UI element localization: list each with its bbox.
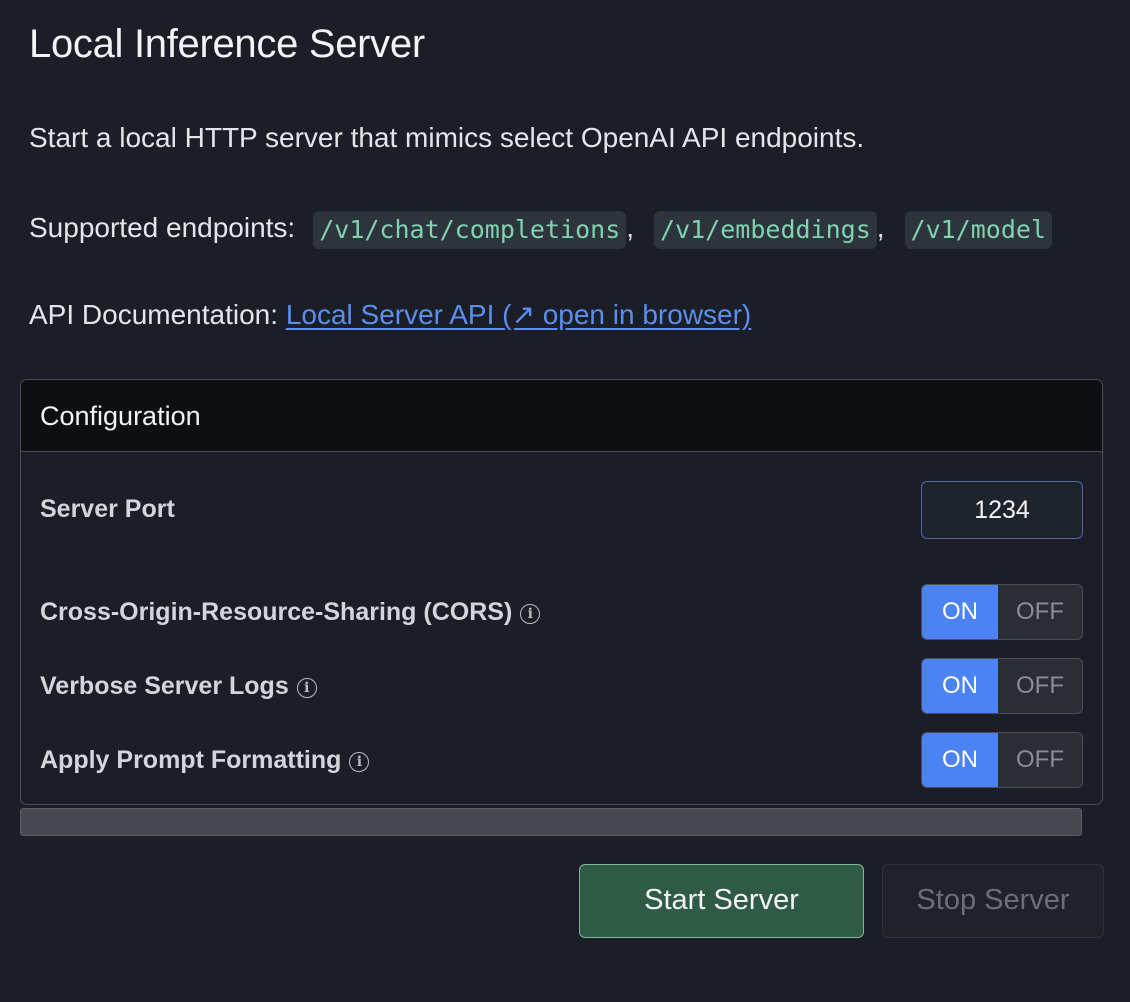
info-icon[interactable]: i bbox=[349, 752, 370, 772]
page-description: Start a local HTTP server that mimics se… bbox=[29, 122, 865, 153]
server-port-row: Server Port 1234 bbox=[40, 481, 1083, 539]
docs-link[interactable]: Local Server API (↗ open in browser) bbox=[286, 299, 751, 330]
server-panel: Local Inference Server Start a local HTT… bbox=[0, 0, 1130, 1002]
supported-endpoints: Supported endpoints: /v1/chat/completions… bbox=[29, 207, 1105, 249]
verbose-label-wrap: Verbose Server Logs i bbox=[40, 658, 317, 714]
cors-toggle[interactable]: ON OFF bbox=[921, 584, 1083, 640]
server-port-label: Server Port bbox=[40, 495, 175, 523]
stop-server-button[interactable]: Stop Server bbox=[882, 864, 1104, 938]
verbose-logs-row: Verbose Server Logs i ON OFF bbox=[40, 658, 1083, 714]
endpoints-label: Supported endpoints: bbox=[29, 212, 296, 243]
prompt-formatting-row: Apply Prompt Formatting i ON OFF bbox=[40, 732, 1083, 788]
server-port-input[interactable]: 1234 bbox=[921, 481, 1083, 539]
info-icon[interactable]: i bbox=[296, 678, 317, 698]
configuration-panel: Configuration Server Port 1234 Cross-Ori… bbox=[20, 379, 1103, 805]
api-docs-line: API Documentation: Local Server API (↗ o… bbox=[29, 296, 751, 334]
endpoint-separator: , bbox=[876, 212, 885, 243]
endpoint-embeddings: /v1/embeddings bbox=[654, 210, 877, 249]
prompt-toggle-on[interactable]: ON bbox=[922, 733, 998, 787]
docs-label: API Documentation: bbox=[29, 299, 279, 330]
start-server-button[interactable]: Start Server bbox=[579, 864, 864, 938]
cors-toggle-on[interactable]: ON bbox=[922, 585, 998, 639]
prompt-formatting-label: Apply Prompt Formatting bbox=[40, 746, 342, 774]
status-bar bbox=[20, 808, 1082, 836]
prompt-toggle-off[interactable]: OFF bbox=[998, 733, 1082, 787]
cors-row: Cross-Origin-Resource-Sharing (CORS) i ON… bbox=[40, 584, 1083, 640]
cors-label: Cross-Origin-Resource-Sharing (CORS) bbox=[40, 598, 513, 626]
cors-toggle-off[interactable]: OFF bbox=[998, 585, 1082, 639]
info-icon[interactable]: i bbox=[520, 604, 541, 624]
verbose-toggle-off[interactable]: OFF bbox=[998, 659, 1082, 713]
cors-label-wrap: Cross-Origin-Resource-Sharing (CORS) i bbox=[40, 584, 541, 640]
verbose-logs-label: Verbose Server Logs bbox=[40, 672, 289, 700]
verbose-toggle-on[interactable]: ON bbox=[922, 659, 998, 713]
prompt-label-wrap: Apply Prompt Formatting i bbox=[40, 732, 370, 788]
endpoint-chat-completions: /v1/chat/completions bbox=[313, 210, 627, 249]
prompt-formatting-toggle[interactable]: ON OFF bbox=[921, 732, 1083, 788]
endpoint-separator: , bbox=[626, 212, 635, 243]
page-title: Local Inference Server bbox=[29, 22, 425, 66]
configuration-header: Configuration bbox=[21, 380, 1102, 452]
endpoint-models: /v1/model bbox=[904, 210, 1052, 249]
verbose-logs-toggle[interactable]: ON OFF bbox=[921, 658, 1083, 714]
